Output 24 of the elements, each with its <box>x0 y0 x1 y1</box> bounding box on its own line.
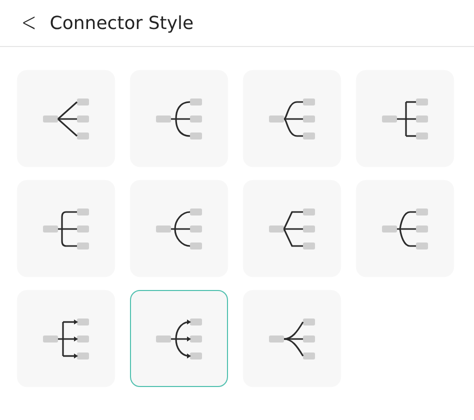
mind-map-branch-icon <box>154 208 204 250</box>
mind-map-branch-icon <box>154 318 204 360</box>
mind-map-branch-icon <box>380 98 430 140</box>
mind-map-branch-icon <box>41 98 91 140</box>
mind-map-branch-icon <box>380 208 430 250</box>
mind-map-branch-icon <box>267 208 317 250</box>
connector-style-option[interactable] <box>130 180 228 277</box>
mind-map-branch-icon <box>267 98 317 140</box>
connector-style-option[interactable] <box>17 290 115 387</box>
connector-style-option[interactable] <box>130 70 228 167</box>
connector-style-option[interactable] <box>17 180 115 277</box>
mind-map-branch-icon <box>41 208 91 250</box>
mind-map-branch-icon <box>41 318 91 360</box>
connector-style-option[interactable] <box>356 180 454 277</box>
connector-style-option[interactable] <box>243 180 341 277</box>
connector-style-option[interactable] <box>130 290 228 387</box>
connector-style-option[interactable] <box>243 70 341 167</box>
screen-title: Connector Style <box>50 12 194 34</box>
connector-style-option[interactable] <box>356 70 454 167</box>
mind-map-branch-icon <box>267 318 317 360</box>
mind-map-branch-icon <box>154 98 204 140</box>
back-icon[interactable]: < <box>21 10 37 36</box>
connector-style-option[interactable] <box>243 290 341 387</box>
connector-style-option[interactable] <box>17 70 115 167</box>
